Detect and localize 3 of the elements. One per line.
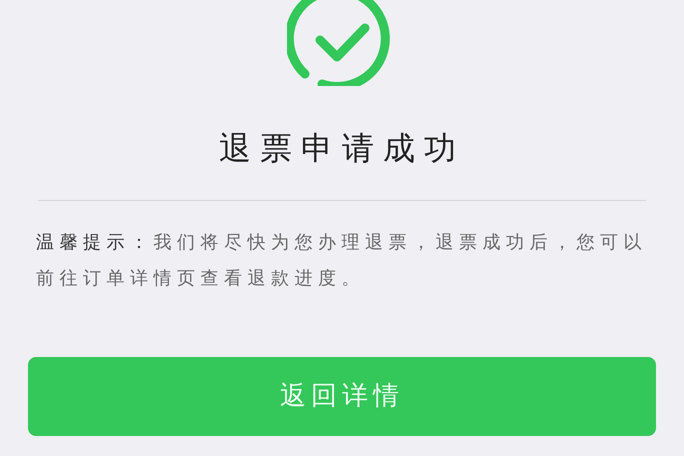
tip-text: 温馨提示：我们将尽快为您办理退票，退票成功后，您可以前往订单详情页查看退款进度。 <box>36 231 648 291</box>
status-title: 退票申请成功 <box>219 132 465 164</box>
back-to-details-button[interactable]: 返回详情 <box>28 357 656 436</box>
